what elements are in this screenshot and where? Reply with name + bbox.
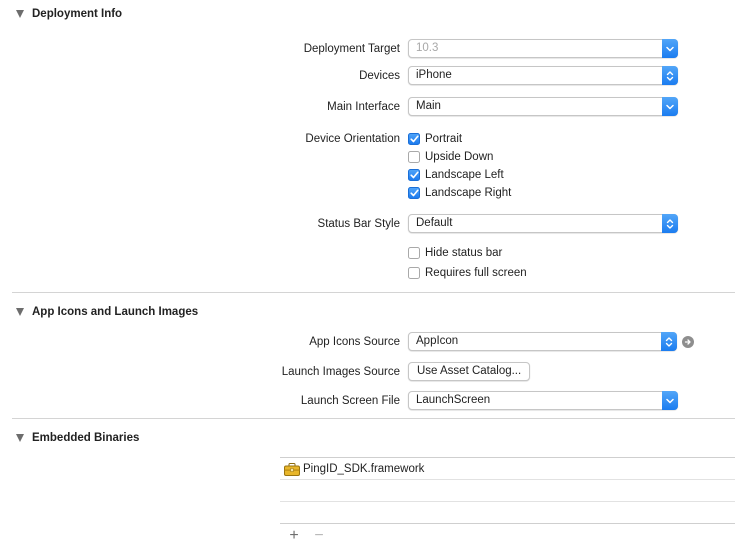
arrow-circle-right-icon[interactable] xyxy=(682,336,694,348)
table-row-separator xyxy=(280,501,735,502)
framework-name: PingID_SDK.framework xyxy=(303,463,425,475)
launch-screen-file-label: Launch Screen File xyxy=(300,395,400,407)
launch-screen-file-value: LaunchScreen xyxy=(416,394,491,406)
section-header-app-icons[interactable]: App Icons and Launch Images xyxy=(16,304,198,320)
checkmark-icon xyxy=(409,189,419,197)
checkbox-label: Landscape Left xyxy=(425,169,504,181)
checkbox-label: Hide status bar xyxy=(425,247,503,259)
checkbox[interactable] xyxy=(408,247,420,259)
checkmark-icon xyxy=(409,171,419,179)
up-down-chevron-icon xyxy=(661,332,677,351)
app-icons-source-value: AppIcon xyxy=(416,335,459,347)
toolbox-icon xyxy=(284,462,300,476)
deployment-target-value: 10.3 xyxy=(416,42,439,54)
chevron-down-icon[interactable] xyxy=(662,97,678,116)
add-button[interactable]: + xyxy=(287,528,301,544)
checkbox[interactable] xyxy=(408,133,420,145)
orientation-upside-down[interactable]: Upside Down xyxy=(408,149,493,165)
devices-value: iPhone xyxy=(416,69,452,81)
checkbox-label: Portrait xyxy=(425,133,463,145)
device-orientation-label: Device Orientation xyxy=(305,133,400,145)
deployment-target-combo[interactable]: 10.3 xyxy=(408,39,678,58)
checkbox-label: Requires full screen xyxy=(425,267,527,279)
section-header-deployment-info[interactable]: Deployment Info xyxy=(16,6,122,22)
status-bar-style-label: Status Bar Style xyxy=(317,218,400,230)
main-interface-label: Main Interface xyxy=(327,101,400,113)
orientation-landscape-left[interactable]: Landscape Left xyxy=(408,167,504,183)
main-interface-value: Main xyxy=(416,100,441,112)
hide-status-bar-checkbox[interactable]: Hide status bar xyxy=(408,245,502,261)
launch-images-source-label: Launch Images Source xyxy=(281,366,400,378)
section-divider xyxy=(12,418,735,419)
app-icons-source-popup[interactable]: AppIcon xyxy=(408,332,677,351)
checkbox[interactable] xyxy=(408,187,420,199)
disclosure-triangle-icon[interactable] xyxy=(16,10,24,18)
up-down-chevron-icon xyxy=(662,214,678,233)
section-title: App Icons and Launch Images xyxy=(32,306,199,318)
checkbox-label: Landscape Right xyxy=(425,187,512,199)
deployment-target-label: Deployment Target xyxy=(303,43,400,55)
main-interface-combo[interactable]: Main xyxy=(408,97,678,116)
chevron-down-icon[interactable] xyxy=(662,391,678,410)
app-icons-source-label: App Icons Source xyxy=(309,336,400,348)
disclosure-triangle-icon[interactable] xyxy=(16,434,24,442)
checkbox[interactable] xyxy=(408,169,420,181)
chevron-down-icon[interactable] xyxy=(662,39,678,58)
section-divider xyxy=(12,292,735,293)
checkmark-icon xyxy=(409,135,419,143)
checkbox[interactable] xyxy=(408,267,420,279)
table-border-bottom xyxy=(280,523,735,524)
status-bar-style-popup[interactable]: Default xyxy=(408,214,678,233)
checkbox[interactable] xyxy=(408,151,420,163)
remove-button[interactable]: − xyxy=(312,528,326,544)
section-title: Deployment Info xyxy=(32,8,123,20)
table-border-top xyxy=(280,457,735,458)
up-down-chevron-icon xyxy=(662,66,678,85)
table-row[interactable]: PingID_SDK.framework xyxy=(284,461,424,477)
orientation-landscape-right[interactable]: Landscape Right xyxy=(408,185,511,201)
section-header-embedded-binaries[interactable]: Embedded Binaries xyxy=(16,430,139,446)
checkbox-label: Upside Down xyxy=(425,151,494,163)
table-row-separator xyxy=(280,479,735,480)
devices-popup[interactable]: iPhone xyxy=(408,66,678,85)
devices-label: Devices xyxy=(359,70,400,82)
status-bar-style-value: Default xyxy=(416,217,453,229)
section-title: Embedded Binaries xyxy=(32,432,140,444)
disclosure-triangle-icon[interactable] xyxy=(16,308,24,316)
launch-screen-file-combo[interactable]: LaunchScreen xyxy=(408,391,678,410)
orientation-portrait[interactable]: Portrait xyxy=(408,131,462,147)
requires-full-screen-checkbox[interactable]: Requires full screen xyxy=(408,265,527,281)
use-asset-catalog-button[interactable]: Use Asset Catalog... xyxy=(408,362,531,381)
